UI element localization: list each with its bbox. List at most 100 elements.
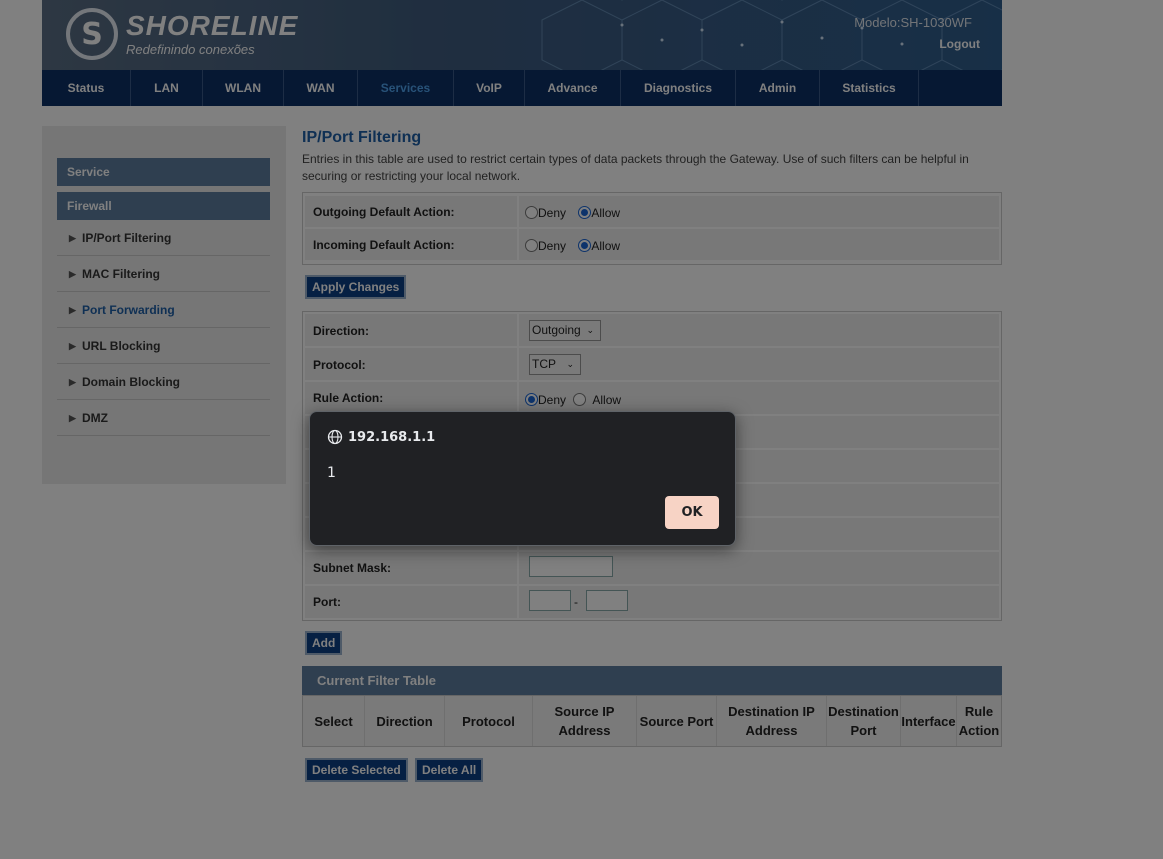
alert-dialog: 192.168.1.1 1 OK (309, 411, 736, 546)
shoreline-logo: S SHORELINE Redefinindo conexões (66, 8, 298, 60)
direction-label: Direction: (313, 324, 370, 338)
apply-changes-button[interactable]: Apply Changes (305, 275, 407, 299)
deny-text: Deny (538, 238, 567, 253)
incoming-allow-radio[interactable] (578, 239, 592, 253)
allow-text: Allow (591, 205, 621, 220)
nav-statistics[interactable]: Statistics (820, 70, 919, 106)
column-header: Destination Port (827, 696, 901, 746)
page-title: IP/Port Filtering (302, 129, 422, 146)
protocol-value: TCP (532, 357, 556, 371)
page-description: Entries in this table are used to restri… (302, 152, 969, 183)
nav-admin[interactable]: Admin (736, 70, 820, 106)
sidebar-item-port-forwarding[interactable]: ▶ Port Forwarding (57, 292, 270, 328)
model-label: Modelo:SH-1030WF (854, 15, 972, 30)
sidebar-item-dmz[interactable]: ▶ DMZ (57, 400, 270, 436)
direction-row: Direction: Outgoing ⌄ (305, 314, 999, 346)
sidebar-item-label: IP/Port Filtering (82, 231, 172, 245)
protocol-select[interactable]: TCP ⌄ (529, 354, 581, 375)
column-header: Destination IP Address (717, 696, 827, 746)
incoming-default-row: Incoming Default Action: Deny Allow (305, 229, 999, 260)
bullet-icon: ▶ (69, 233, 76, 243)
filter-table-title: Current Filter Table (302, 666, 1002, 695)
rule-action-row: Rule Action: Deny Allow (305, 382, 999, 414)
chevron-down-icon: ⌄ (566, 359, 574, 369)
main-nav: Status LAN WLAN WAN Services VoIP Advanc… (42, 70, 1002, 106)
subnet-mask-row: Subnet Mask: (305, 552, 999, 584)
port-start-input[interactable] (529, 590, 571, 611)
hex-pattern-decoration (541, 0, 1002, 70)
column-header: Source Port (637, 696, 717, 746)
nav-advance[interactable]: Advance (525, 70, 621, 106)
column-header: Protocol (445, 696, 533, 746)
delete-selected-button[interactable]: Delete Selected (305, 758, 408, 782)
sidebar-item-label: DMZ (82, 411, 108, 425)
column-header: Select (303, 696, 365, 746)
outgoing-deny-radio[interactable] (525, 206, 538, 220)
dialog-origin: 192.168.1.1 (348, 429, 436, 445)
sidebar: Service Firewall ▶ IP/Port Filtering ▶ MAC… (42, 126, 286, 484)
rule-allow-radio[interactable] (573, 393, 587, 407)
port-row: Port: - (305, 586, 999, 618)
filter-table-header: Select Direction Protocol Source IP Addr… (302, 695, 1002, 747)
nav-status[interactable]: Status (42, 70, 131, 106)
nav-services[interactable]: Services (358, 70, 454, 106)
bullet-icon: ▶ (69, 377, 76, 387)
direction-value: Outgoing (532, 323, 581, 337)
protocol-row: Protocol: TCP ⌄ (305, 348, 999, 380)
nav-voip[interactable]: VoIP (454, 70, 525, 106)
port-label: Port: (313, 595, 341, 609)
subnet-mask-input[interactable] (529, 556, 613, 577)
logo-mark-icon: S (66, 8, 118, 60)
rule-action-label: Rule Action: (313, 391, 384, 405)
dialog-message: 1 (327, 465, 336, 481)
bullet-icon: ▶ (69, 341, 76, 351)
outgoing-default-row: Outgoing Default Action: Deny Allow (305, 196, 999, 227)
incoming-default-label: Incoming Default Action: (313, 238, 455, 252)
chevron-down-icon: ⌄ (586, 325, 594, 335)
bullet-icon: ▶ (69, 305, 76, 315)
column-header: Rule Action (958, 704, 1000, 738)
sidebar-group-firewall[interactable]: Firewall (57, 192, 270, 220)
bullet-icon: ▶ (69, 413, 76, 423)
nav-lan[interactable]: LAN (131, 70, 203, 106)
nav-wan[interactable]: WAN (284, 70, 358, 106)
main-content: IP/Port Filtering Entries in this table … (302, 126, 1002, 185)
nav-diagnostics[interactable]: Diagnostics (621, 70, 736, 106)
header-banner: S SHORELINE Redefinindo conexões Modelo:… (42, 0, 1002, 70)
protocol-label: Protocol: (313, 358, 366, 372)
logout-link[interactable]: Logout (939, 37, 980, 51)
sidebar-item-ip-port-filtering[interactable]: ▶ IP/Port Filtering (57, 220, 270, 256)
sidebar-item-url-blocking[interactable]: ▶ URL Blocking (57, 328, 270, 364)
sidebar-item-mac-filtering[interactable]: ▶ MAC Filtering (57, 256, 270, 292)
column-header: Interface (901, 696, 957, 746)
subnet-mask-label: Subnet Mask: (313, 561, 392, 575)
sidebar-section-service[interactable]: Service (57, 158, 270, 186)
ok-button[interactable]: OK (665, 496, 719, 529)
incoming-deny-radio[interactable] (525, 239, 538, 253)
port-range-separator: - (574, 595, 578, 609)
outgoing-default-label: Outgoing Default Action: (313, 205, 455, 219)
allow-text: Allow (591, 238, 621, 253)
sidebar-item-label: MAC Filtering (82, 267, 160, 281)
column-header: Direction (365, 696, 445, 746)
sidebar-item-label: URL Blocking (82, 339, 161, 353)
globe-icon (327, 429, 343, 445)
allow-text: Allow (592, 392, 622, 407)
outgoing-allow-radio[interactable] (578, 206, 592, 220)
column-header: Source IP Address (533, 696, 637, 746)
brand-tagline: Redefinindo conexões (126, 41, 255, 57)
bullet-icon: ▶ (69, 269, 76, 279)
direction-select[interactable]: Outgoing ⌄ (529, 320, 601, 341)
port-end-input[interactable] (586, 590, 628, 611)
rule-deny-radio[interactable] (525, 393, 538, 407)
sidebar-item-domain-blocking[interactable]: ▶ Domain Blocking (57, 364, 270, 400)
sidebar-item-label: Port Forwarding (82, 303, 175, 317)
nav-wlan[interactable]: WLAN (203, 70, 284, 106)
delete-all-button[interactable]: Delete All (415, 758, 484, 782)
add-button[interactable]: Add (305, 631, 343, 655)
dialog-title: 192.168.1.1 (327, 429, 435, 445)
default-action-box: Outgoing Default Action: Deny Allow Inco… (302, 192, 1002, 265)
deny-text: Deny (538, 392, 567, 407)
brand-name: SHORELINE (126, 9, 299, 41)
sidebar-item-label: Domain Blocking (82, 375, 181, 389)
